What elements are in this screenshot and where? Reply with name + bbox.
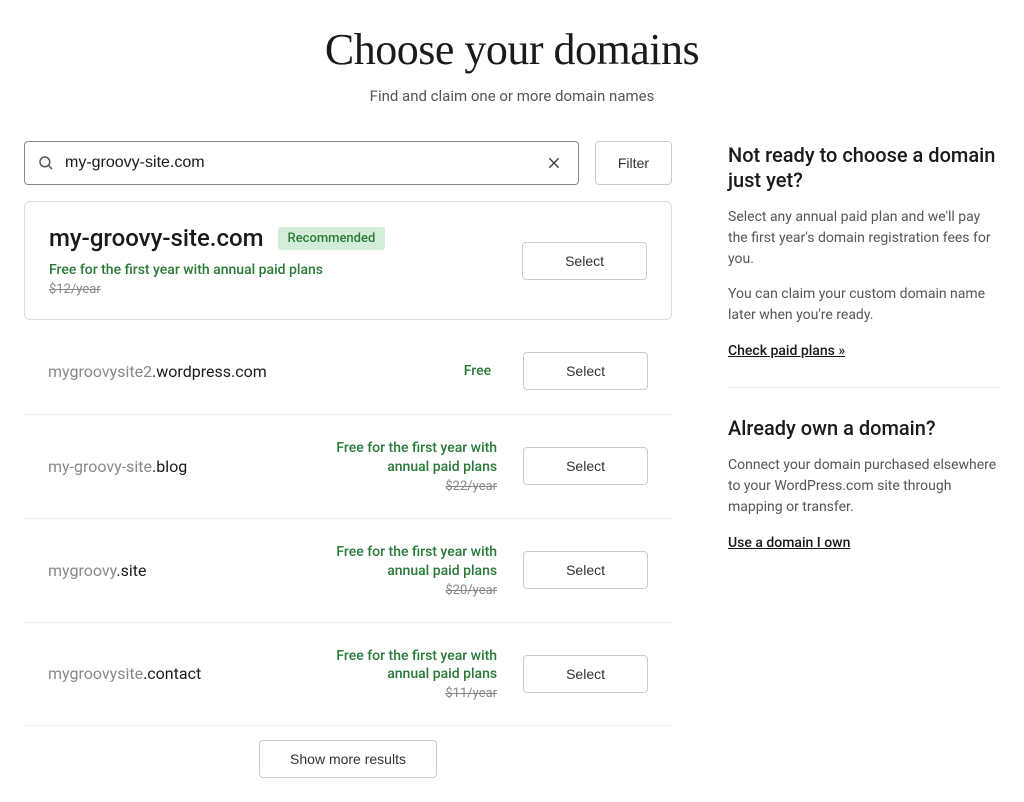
domain-name: my-groovy-site.blog [48,457,287,476]
domain-name: mygroovysite.contact [48,664,287,683]
recommended-free-text: Free for the first year with annual paid… [49,262,502,278]
domain-search-input[interactable] [65,154,542,172]
check-paid-plans-link[interactable]: Check paid plans » [728,343,845,359]
domain-prefix: mygroovysite [48,664,143,683]
price-column: Free [464,363,497,379]
domain-name: mygroovy.site [48,561,287,580]
free-label: Free [464,363,491,379]
domain-result-row: mygroovysite2.wordpress.com Free Select [24,328,672,415]
domain-result-row: my-groovy-site.blog Free for the first ye… [24,415,672,519]
strike-price: $22/year [307,479,497,494]
domain-prefix: mygroovy [48,561,116,580]
filter-button[interactable]: Filter [595,141,672,185]
recommended-badge: Recommended [278,227,386,250]
domain-tld: .blog [152,457,187,476]
page-subtitle: Find and claim one or more domain names [24,87,1000,105]
domain-prefix: mygroovysite2 [48,362,152,381]
recommended-domain-name: my-groovy-site.com [49,224,264,252]
domain-prefix: my-groovy-site [48,457,152,476]
domain-tld: .contact [143,664,201,683]
use-domain-i-own-link[interactable]: Use a domain I own [728,535,850,551]
search-field-wrap [24,141,579,185]
close-icon [546,155,562,171]
sidebar-section-not-ready: Not ready to choose a domain just yet? S… [728,143,1000,388]
domain-tld: .wordpress.com [152,362,267,381]
select-domain-button[interactable]: Select [523,551,648,589]
recommended-strike-price: $12/year [49,282,502,297]
price-column: Free for the first year with annual paid… [307,439,497,494]
page-title: Choose your domains [24,24,1000,75]
domain-result-row: mygroovy.site Free for the first year wit… [24,519,672,623]
show-more-results-button[interactable]: Show more results [259,740,437,778]
sidebar-text: Select any annual paid plan and we'll pa… [728,207,1000,270]
domain-name: mygroovysite2.wordpress.com [48,362,444,381]
sidebar-section-own-domain: Already own a domain? Connect your domai… [728,416,1000,579]
select-recommended-button[interactable]: Select [522,242,647,280]
free-first-year-text: Free for the first year with annual paid… [307,543,497,581]
sidebar-heading: Already own a domain? [728,416,1000,441]
sidebar-text: You can claim your custom domain name la… [728,284,1000,326]
select-domain-button[interactable]: Select [523,655,648,693]
strike-price: $11/year [307,686,497,701]
sidebar-text: Connect your domain purchased elsewhere … [728,455,1000,518]
free-first-year-text: Free for the first year with annual paid… [307,439,497,477]
strike-price: $20/year [307,583,497,598]
select-domain-button[interactable]: Select [523,447,648,485]
domain-tld: .site [116,561,146,580]
sidebar-heading: Not ready to choose a domain just yet? [728,143,1000,193]
domain-result-row: mygroovysite.contact Free for the first y… [24,623,672,727]
price-column: Free for the first year with annual paid… [307,543,497,598]
free-first-year-text: Free for the first year with annual paid… [307,647,497,685]
recommended-domain-card: my-groovy-site.com Recommended Free for … [24,201,672,320]
clear-search-button[interactable] [542,151,566,175]
select-domain-button[interactable]: Select [523,352,648,390]
price-column: Free for the first year with annual paid… [307,647,497,702]
search-icon [37,154,55,172]
